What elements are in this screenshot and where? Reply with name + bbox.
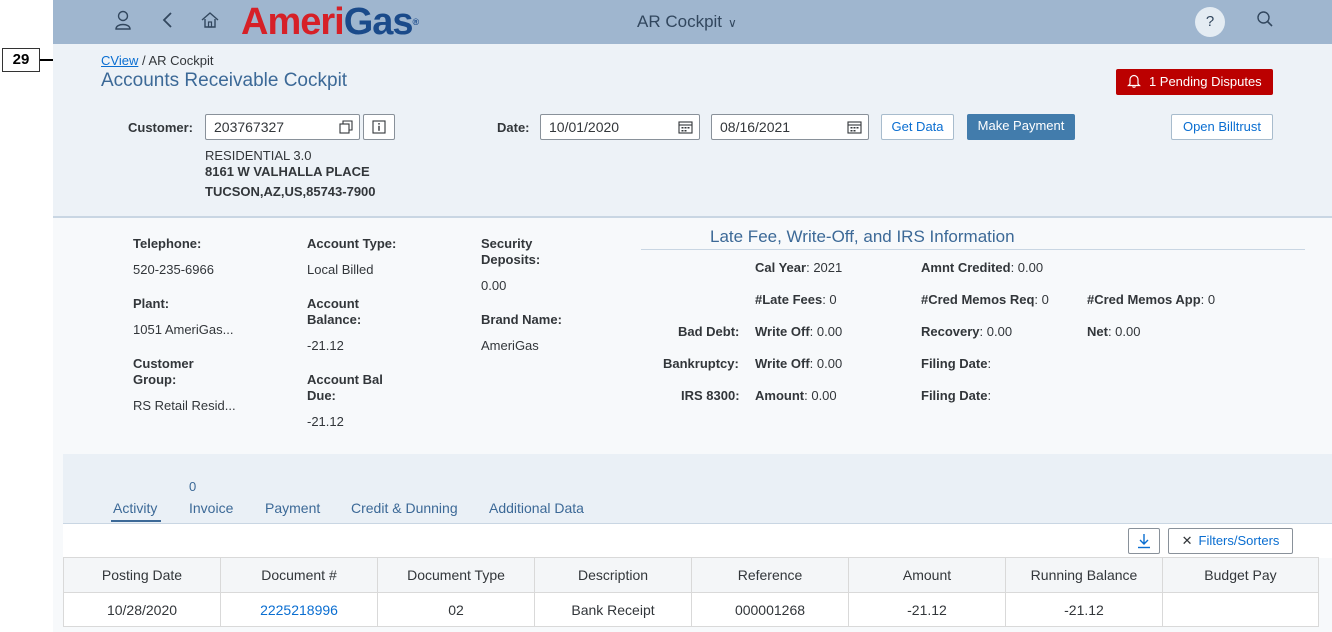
brand-name-label: Brand Name: [481, 312, 562, 327]
filters-sorters-button[interactable]: ✕ Filters/Sorters [1168, 528, 1293, 554]
plant-label: Plant: [133, 296, 170, 311]
breadcrumb-current: / AR Cockpit [138, 53, 214, 68]
make-payment-button[interactable]: Make Payment [967, 114, 1075, 140]
date-from-input[interactable]: 10/01/2020 [540, 114, 700, 140]
column-header[interactable]: Description [534, 558, 691, 592]
customer-city: TUCSON,AZ,US,85743-7900 [205, 184, 376, 199]
telephone-label: Telephone: [133, 236, 202, 251]
amnt-credited-field: Amnt Credited: 0.00 [921, 260, 1044, 275]
tab-activity[interactable]: Activity [113, 500, 157, 516]
security-deposits-label: Security Deposits: [481, 236, 541, 267]
screen: 29 AmeriGas® AR Cockpit ∨ ? CView / AR Co… [0, 0, 1332, 632]
tab-invoice[interactable]: Invoice [189, 500, 233, 516]
breadcrumb: CView / AR Cockpit [101, 53, 213, 68]
table-row[interactable]: 10/28/2020 2225218996 02 Bank Receipt 00… [63, 593, 1319, 627]
tab-credit-dunning[interactable]: Credit & Dunning [351, 500, 458, 516]
column-header[interactable]: Amount [848, 558, 1005, 592]
account-bal-due-label: Account Bal Due: [307, 372, 383, 403]
irs-amount-field: Amount: 0.00 [755, 388, 837, 403]
app-title-menu[interactable]: AR Cockpit ∨ [637, 12, 737, 32]
app-window: AmeriGas® AR Cockpit ∨ ? CView / AR Cockp… [53, 0, 1332, 632]
table-cell [1162, 593, 1319, 626]
late-fees-field: #Late Fees: 0 [755, 292, 837, 307]
tab-bar [63, 454, 1332, 524]
customer-input[interactable]: 203767327 [205, 114, 360, 140]
close-icon: ✕ [1181, 533, 1193, 548]
info-icon [372, 120, 386, 134]
annotation-number: 29 [2, 48, 40, 72]
telephone-value: 520-235-6966 [133, 262, 214, 277]
bell-icon [1127, 74, 1149, 89]
table-cell: 10/28/2020 [63, 593, 220, 626]
amerigas-logo[interactable]: AmeriGas® [241, 2, 419, 42]
date-label: Date: [497, 120, 530, 135]
chevron-down-icon: ∨ [728, 16, 737, 30]
irs-8300-label: IRS 8300: [681, 388, 740, 403]
column-header[interactable]: Budget Pay [1162, 558, 1319, 592]
document-link[interactable]: 2225218996 [220, 593, 377, 626]
security-deposits-value: 0.00 [481, 278, 507, 293]
column-header[interactable]: Reference [691, 558, 848, 592]
cred-memos-req-field: #Cred Memos Req: 0 [921, 292, 1049, 307]
plant-value: 1051 AmeriGas... [133, 322, 234, 337]
table-header: Posting Date Document # Document Type De… [63, 557, 1319, 593]
tab-payment[interactable]: Payment [265, 500, 320, 516]
search-icon[interactable] [1253, 10, 1277, 34]
table-cell: Bank Receipt [534, 593, 691, 626]
brand-name-value: AmeriGas [481, 338, 539, 353]
cal-year-field: Cal Year: 2021 [755, 260, 843, 275]
back-icon[interactable] [155, 10, 179, 34]
customer-address: 8161 W VALHALLA PLACE [205, 164, 370, 179]
page-title: Accounts Receivable Cockpit [101, 70, 348, 91]
recovery-field: Recovery: 0.00 [921, 324, 1013, 339]
bankruptcy-label: Bankruptcy: [663, 356, 739, 371]
column-header[interactable]: Posting Date [63, 558, 220, 592]
cred-memos-app-field: #Cred Memos App: 0 [1087, 292, 1216, 307]
active-tab-indicator [111, 520, 161, 522]
table-cell: -21.12 [1005, 593, 1162, 626]
column-header[interactable]: Document # [220, 558, 377, 592]
calendar-icon[interactable] [847, 115, 862, 141]
get-data-button[interactable]: Get Data [881, 114, 954, 140]
breadcrumb-link-cview[interactable]: CView [101, 53, 138, 68]
customer-label: Customer: [128, 120, 194, 135]
download-button[interactable] [1128, 528, 1160, 554]
table-cell: 02 [377, 593, 534, 626]
table-cell: -21.12 [848, 593, 1005, 626]
date-to-input[interactable]: 08/16/2021 [711, 114, 869, 140]
account-type-label: Account Type: [307, 236, 397, 251]
help-button[interactable]: ? [1195, 7, 1225, 37]
account-bal-due-value: -21.12 [307, 414, 344, 429]
page-header: CView / AR Cockpit Accounts Receivable C… [53, 44, 1332, 218]
customer-group-label: Customer Group: [133, 356, 194, 387]
invoice-count-badge: 0 [189, 479, 197, 494]
account-balance-label: Account Balance: [307, 296, 362, 327]
customer-info-button[interactable] [363, 114, 395, 140]
pending-disputes-button[interactable]: 1 Pending Disputes [1116, 69, 1273, 95]
user-icon[interactable] [111, 10, 135, 34]
shell-bar: AmeriGas® AR Cockpit ∨ ? [53, 0, 1332, 44]
customer-line-1: RESIDENTIAL 3.0 [205, 148, 312, 163]
bad-debt-writeoff-field: Write Off: 0.00 [755, 324, 843, 339]
filing-date-field: Filing Date: [921, 356, 992, 371]
column-header[interactable]: Document Type [377, 558, 534, 592]
account-type-value: Local Billed [307, 262, 374, 277]
value-help-icon[interactable] [339, 115, 353, 141]
column-header[interactable]: Running Balance [1005, 558, 1162, 592]
section-divider [641, 249, 1305, 250]
calendar-icon[interactable] [678, 115, 693, 141]
home-icon[interactable] [198, 10, 222, 34]
customer-group-value: RS Retail Resid... [133, 398, 236, 413]
late-fee-section-title: Late Fee, Write-Off, and IRS Information [710, 227, 1015, 246]
activity-table: Posting Date Document # Document Type De… [63, 557, 1332, 627]
download-icon [1138, 534, 1150, 549]
tab-additional-data[interactable]: Additional Data [489, 500, 584, 516]
table-cell: 000001268 [691, 593, 848, 626]
account-balance-value: -21.12 [307, 338, 344, 353]
bankruptcy-writeoff-field: Write Off: 0.00 [755, 356, 843, 371]
net-field: Net: 0.00 [1087, 324, 1141, 339]
irs-filing-date-field: Filing Date: [921, 388, 992, 403]
bad-debt-label: Bad Debt: [678, 324, 740, 339]
open-billtrust-button[interactable]: Open Billtrust [1171, 114, 1273, 140]
